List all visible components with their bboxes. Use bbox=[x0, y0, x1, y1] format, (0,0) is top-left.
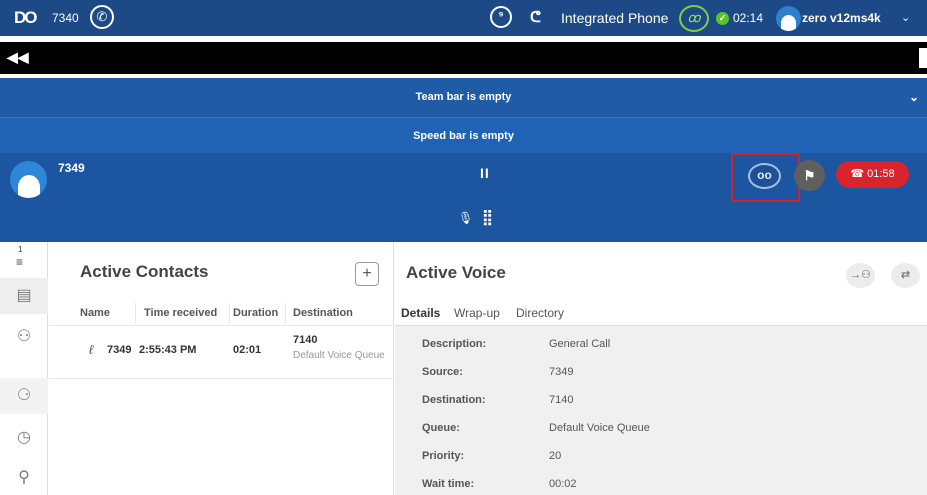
active-count-badge: 1 bbox=[18, 245, 23, 254]
transfer-button[interactable]: ⚑ bbox=[794, 160, 825, 191]
column-destination[interactable]: Destination bbox=[293, 307, 353, 319]
transfer-to-agent-button[interactable]: →⚇ bbox=[846, 263, 875, 288]
sidebar-item-history[interactable]: ◷ bbox=[0, 420, 48, 456]
active-voice-title: Active Voice bbox=[406, 263, 506, 282]
call-details: Description: General Call Source: 7349 D… bbox=[395, 326, 927, 495]
detail-value: General Call bbox=[549, 338, 611, 350]
detail-row: Priority: 20 bbox=[395, 442, 927, 470]
sidebar-item-active-list[interactable]: 1 ≡ bbox=[0, 242, 48, 278]
speed-bar-label: Speed bar is empty bbox=[413, 130, 514, 142]
integrated-phone-label[interactable]: Integrated Phone bbox=[561, 10, 668, 26]
tab-details[interactable]: Details bbox=[401, 306, 440, 320]
team-bar[interactable]: Team bar is empty ⌄ bbox=[0, 78, 927, 117]
collapse-strip: ◀◀ bbox=[0, 42, 927, 74]
speed-bar[interactable]: Speed bar is empty bbox=[0, 117, 927, 153]
call-panel: 7349 II oo ⚑ ☎ 01:58 🎙 ⣿ bbox=[0, 153, 927, 242]
detail-row: Description: General Call bbox=[395, 330, 927, 358]
app-logo-icon: DO bbox=[14, 8, 37, 27]
detail-key: Queue: bbox=[422, 422, 460, 434]
collapse-left-icon[interactable]: ◀◀ bbox=[7, 49, 29, 66]
caller-number: 7349 bbox=[58, 161, 85, 175]
book-icon: ▤ bbox=[16, 287, 32, 304]
strip-handle[interactable] bbox=[919, 48, 927, 68]
column-duration[interactable]: Duration bbox=[233, 307, 278, 319]
left-sidebar: 1 ≡ ▤ ⚇ ⚆ ◷ ⚲ bbox=[0, 242, 48, 495]
phone-status-icon[interactable]: ✆ bbox=[90, 5, 114, 29]
keypad-icon[interactable]: ⣿ bbox=[482, 208, 493, 226]
integrated-phone-icon: ᕦ bbox=[530, 9, 541, 26]
clock-icon: ◷ bbox=[17, 429, 31, 446]
detail-key: Description: bbox=[422, 338, 487, 350]
user-name[interactable]: zero v12ms4k bbox=[802, 11, 881, 25]
sidebar-item-search[interactable]: ⚲ bbox=[0, 460, 48, 495]
contact-name: 7349 bbox=[107, 344, 132, 356]
table-row[interactable]: ℓ 7349 2:55:43 PM 02:01 7140 Default Voi… bbox=[49, 327, 394, 379]
detail-key: Source: bbox=[422, 366, 463, 378]
contact-destination: 7140 bbox=[293, 334, 318, 346]
detail-value: Default Voice Queue bbox=[549, 422, 650, 434]
add-contact-button[interactable]: + bbox=[355, 262, 379, 286]
voice-tabs: Details Wrap-up Directory bbox=[395, 302, 927, 326]
column-divider bbox=[285, 303, 286, 323]
team-bar-label: Team bar is empty bbox=[415, 91, 512, 103]
add-contact-icon: ⚇ bbox=[16, 328, 32, 345]
detail-key: Destination: bbox=[422, 394, 486, 406]
contact-duration: 02:01 bbox=[233, 344, 262, 356]
sidebar-item-book[interactable]: ▤ bbox=[0, 278, 48, 314]
detail-value: 20 bbox=[549, 450, 562, 462]
list-icon: ≡ bbox=[16, 255, 24, 269]
user-avatar[interactable] bbox=[776, 6, 801, 31]
status-timer: 02:14 bbox=[733, 11, 764, 25]
detail-row: Queue: Default Voice Queue bbox=[395, 414, 927, 442]
sidebar-item-add-contact[interactable]: ⚇ bbox=[0, 319, 48, 355]
sidebar-item-team[interactable]: ⚆ bbox=[0, 378, 48, 414]
detail-key: Wait time: bbox=[422, 478, 475, 490]
contacts-table-header: Name Time received Duration Destination bbox=[49, 303, 394, 326]
active-phone-icon[interactable]: ꝏ bbox=[679, 5, 709, 32]
call-duration: 01:58 bbox=[867, 168, 895, 180]
detail-row: Source: 7349 bbox=[395, 358, 927, 386]
active-contacts-title: Active Contacts bbox=[80, 262, 209, 281]
search-icon: ⚲ bbox=[18, 469, 30, 486]
swap-button[interactable]: ⇄ bbox=[891, 263, 920, 288]
detail-value: 00:02 bbox=[549, 478, 577, 490]
available-status-icon: ✓ bbox=[716, 12, 729, 25]
hangup-button[interactable]: ☎ 01:58 bbox=[836, 161, 909, 188]
caller-avatar bbox=[10, 161, 47, 198]
active-voice-panel: Active Voice →⚇ ⇄ Details Wrap-up Direct… bbox=[395, 242, 927, 495]
hangup-icon: ☎ bbox=[850, 168, 865, 180]
active-contacts-panel: Active Contacts + Name Time received Dur… bbox=[49, 242, 394, 495]
team-bar-chevron-icon[interactable]: ⌄ bbox=[909, 78, 919, 117]
column-time-received[interactable]: Time received bbox=[144, 307, 217, 319]
phone-icon: ℓ bbox=[89, 342, 94, 357]
listen-icon[interactable]: ⁹ bbox=[490, 6, 512, 28]
contact-time: 2:55:43 PM bbox=[139, 344, 197, 356]
user-menu-chevron-icon[interactable]: ⌄ bbox=[901, 11, 910, 24]
column-divider bbox=[135, 303, 136, 323]
microphone-icon[interactable]: 🎙 bbox=[458, 211, 473, 225]
detail-row: Wait time: 00:02 bbox=[395, 470, 927, 495]
hold-button[interactable]: II bbox=[480, 165, 490, 181]
detail-row: Destination: 7140 bbox=[395, 386, 927, 414]
top-header: DO 7340 ✆ ⁹ ᕦ Integrated Phone ꝏ ✓ 02:14… bbox=[0, 0, 927, 36]
tab-wrap-up[interactable]: Wrap-up bbox=[454, 306, 500, 320]
contact-queue: Default Voice Queue bbox=[293, 350, 385, 361]
tab-directory[interactable]: Directory bbox=[516, 306, 564, 320]
voicemail-button[interactable]: oo bbox=[748, 163, 781, 189]
extension-number: 7340 bbox=[52, 11, 79, 25]
team-icon: ⚆ bbox=[16, 387, 32, 404]
detail-value: 7140 bbox=[549, 394, 574, 406]
column-name[interactable]: Name bbox=[80, 307, 110, 319]
detail-value: 7349 bbox=[549, 366, 574, 378]
detail-key: Priority: bbox=[422, 450, 465, 462]
column-divider bbox=[229, 303, 230, 323]
